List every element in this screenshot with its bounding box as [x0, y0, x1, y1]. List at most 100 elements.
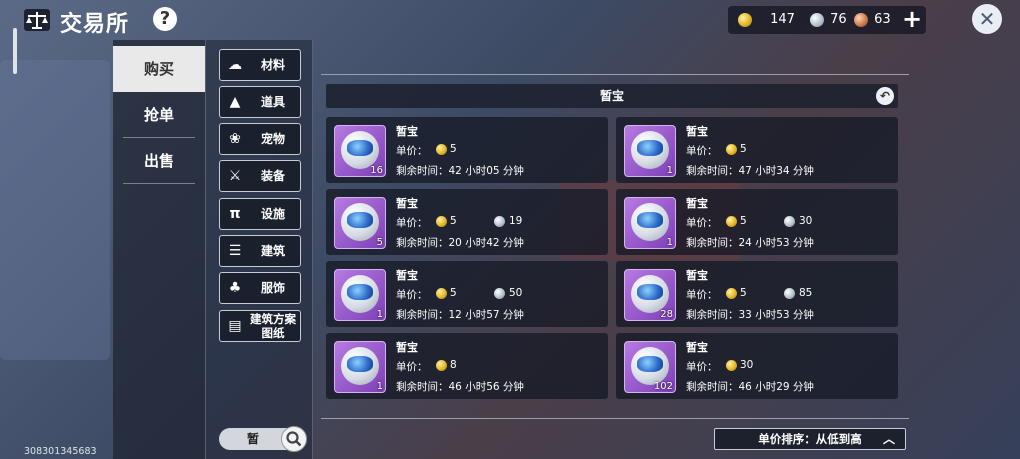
item-name: 暂宝	[396, 197, 418, 210]
tab-sell[interactable]: 出售	[113, 138, 205, 184]
gold-price: 8	[450, 359, 457, 371]
item-thumbnail: 102	[624, 341, 676, 393]
section-header: 暂宝 ↶	[326, 84, 898, 108]
building-icon: ☰	[228, 243, 242, 259]
back-button[interactable]: ↶	[876, 87, 894, 105]
remaining-time: 剩余时间：12 小时57 分钟	[396, 309, 524, 321]
scale-icon	[24, 9, 50, 31]
gem-icon	[637, 212, 663, 228]
shirt-icon: ♣	[228, 280, 242, 296]
remaining-time: 剩余时间：46 小时29 分钟	[686, 381, 814, 393]
item-thumbnail: 1	[624, 125, 676, 177]
category-pets[interactable]: ❀ 宠物	[219, 123, 301, 155]
listing-card[interactable]: 1 暂宝 单价： 8 剩余时间：46 小时56 分钟	[326, 333, 608, 399]
price-label: 单价：	[686, 289, 718, 301]
search-icon[interactable]	[281, 426, 307, 452]
search-input[interactable]: 暂	[219, 426, 307, 452]
bench-icon: π	[229, 206, 241, 222]
sort-dropdown[interactable]: 单价排序：从低到高 ︿	[714, 428, 906, 450]
price-label: 单价：	[396, 289, 428, 301]
category-materials[interactable]: ☁ 材料	[219, 49, 301, 81]
scroll-indicator[interactable]	[13, 28, 17, 74]
silver-price: 19	[509, 215, 523, 227]
gold-price: 5	[740, 215, 747, 227]
silver-coin-icon	[810, 12, 824, 27]
gold-coin-icon	[738, 12, 752, 27]
price-label: 单价：	[396, 217, 428, 229]
price-label: 单价：	[686, 217, 718, 229]
gold-price: 5	[450, 143, 457, 155]
category-label: 宠物	[260, 132, 285, 146]
category-label-line2: 图纸	[261, 326, 285, 340]
listing-panel: 暂宝 ↶ 16 暂宝 单价： 5 剩余时间：42 小时05 分钟 1 暂宝 单价： 5 剩余时间：…	[318, 40, 918, 459]
bronze-balance: 63	[854, 6, 891, 34]
category-blueprints[interactable]: ▤ 建筑方案 图纸	[219, 310, 301, 342]
gem-icon	[347, 284, 373, 300]
gem-icon	[347, 356, 373, 372]
tab-buy-label: 购买	[143, 60, 174, 78]
remaining-time: 剩余时间：24 小时53 分钟	[686, 237, 814, 249]
category-facilities[interactable]: π 设施	[219, 198, 301, 230]
unit-price: 单价： 8	[396, 359, 457, 374]
add-currency-button[interactable]: +	[902, 6, 922, 32]
category-items[interactable]: ▲ 道具	[219, 86, 301, 118]
item-name: 暂宝	[686, 125, 708, 138]
chevron-up-icon: ︿	[882, 432, 895, 446]
gold-coin-icon	[726, 144, 737, 155]
tab-grab-order-label: 抢单	[143, 106, 174, 124]
remaining-time: 剩余时间：33 小时53 分钟	[686, 309, 814, 321]
gem-icon	[347, 140, 373, 156]
gold-balance: 147	[738, 6, 795, 34]
remaining-time: 剩余时间：20 小时42 分钟	[396, 237, 524, 249]
silver-coin-icon	[784, 288, 795, 299]
gold-amount: 147	[770, 12, 795, 27]
gold-coin-icon	[726, 360, 737, 371]
divider	[123, 183, 195, 184]
item-quantity: 1	[376, 309, 383, 320]
gem-icon	[637, 356, 663, 372]
item-quantity: 102	[653, 381, 673, 392]
item-name: 暂宝	[686, 197, 708, 210]
help-button[interactable]: ?	[153, 7, 177, 31]
gem-icon	[637, 284, 663, 300]
silver-amount: 76	[830, 12, 847, 27]
gold-coin-icon	[436, 216, 447, 227]
category-label: 建筑	[260, 244, 285, 258]
gold-price: 5	[740, 143, 747, 155]
silver-balance: 76	[810, 6, 847, 34]
close-button[interactable]: ✕	[972, 4, 1002, 34]
search-value: 暂	[247, 432, 260, 446]
gold-coin-icon	[726, 288, 737, 299]
gold-price: 30	[740, 359, 754, 371]
unit-price: 单价： 5 30	[686, 215, 812, 230]
listing-card[interactable]: 1 暂宝 单价： 5 50 剩余时间：12 小时57 分钟	[326, 261, 608, 327]
listing-card[interactable]: 102 暂宝 单价： 30 剩余时间：46 小时29 分钟	[616, 333, 898, 399]
listing-card[interactable]: 28 暂宝 单价： 5 85 剩余时间：33 小时53 分钟	[616, 261, 898, 327]
tab-buy[interactable]: 购买	[113, 46, 205, 92]
listing-card[interactable]: 1 暂宝 单价： 5 剩余时间：47 小时34 分钟	[616, 117, 898, 183]
silver-coin-icon	[494, 216, 505, 227]
listing-card[interactable]: 5 暂宝 单价： 5 19 剩余时间：20 小时42 分钟	[326, 189, 608, 255]
silver-coin-icon	[494, 288, 505, 299]
category-buildings[interactable]: ☰ 建筑	[219, 235, 301, 267]
category-equipment[interactable]: ⚔ 装备	[219, 160, 301, 192]
listing-card[interactable]: 16 暂宝 单价： 5 剩余时间：42 小时05 分钟	[326, 117, 608, 183]
currency-bar: 147 76 63 +	[728, 6, 926, 34]
category-label: 建筑方案 图纸	[248, 312, 298, 342]
blueprint-icon: ▤	[228, 318, 242, 334]
item-quantity: 28	[660, 309, 673, 320]
category-label-line1: 建筑方案	[250, 312, 296, 326]
item-quantity: 1	[666, 165, 673, 176]
tab-sell-label: 出售	[143, 152, 174, 170]
item-thumbnail: 1	[334, 269, 386, 321]
gold-price: 5	[740, 287, 747, 299]
gem-icon	[347, 212, 373, 228]
category-clothing[interactable]: ♣ 服饰	[219, 272, 301, 304]
item-quantity: 5	[376, 237, 383, 248]
tab-grab-order[interactable]: 抢单	[113, 92, 205, 138]
gold-coin-icon	[436, 288, 447, 299]
paw-icon: ❀	[229, 131, 241, 147]
item-quantity: 16	[370, 165, 383, 176]
listing-card[interactable]: 1 暂宝 单价： 5 30 剩余时间：24 小时53 分钟	[616, 189, 898, 255]
item-name: 暂宝	[686, 269, 708, 282]
